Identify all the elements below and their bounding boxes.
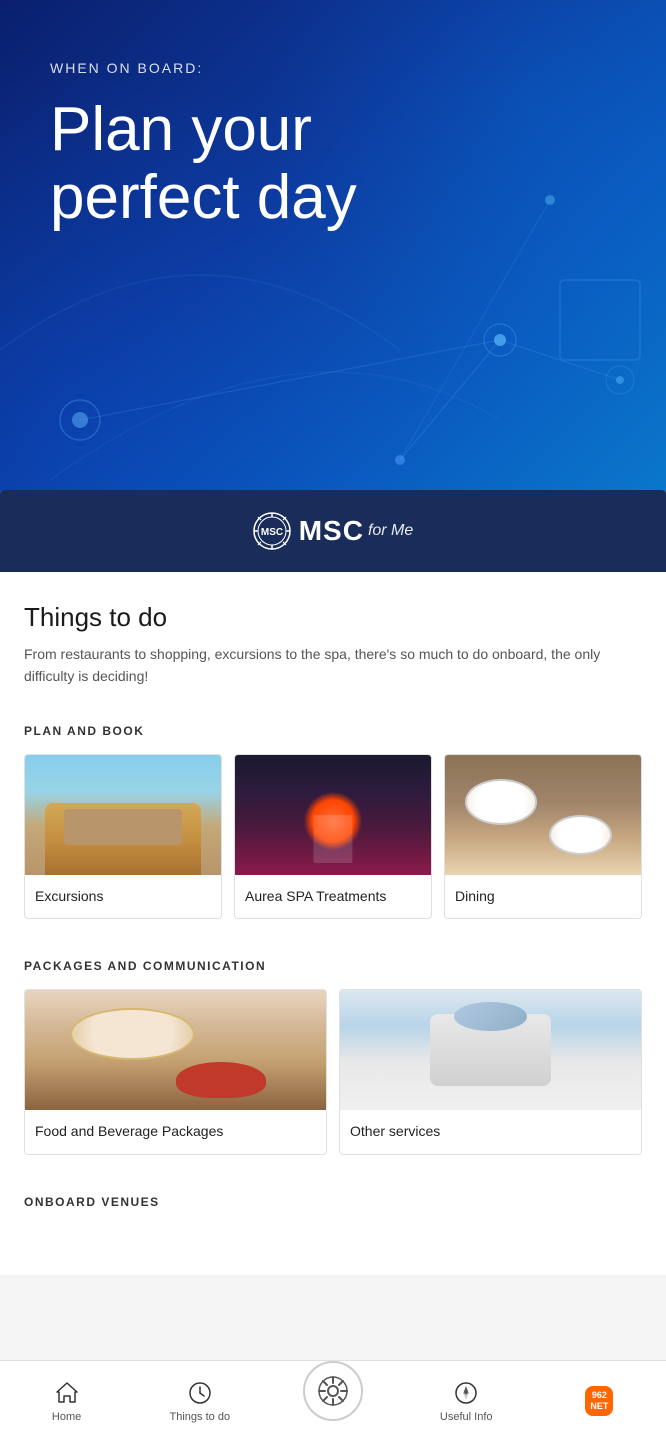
packages-label: PACKAGES AND COMMUNICATION [24,951,642,973]
excursions-label: Excursions [25,875,221,919]
main-card: MSC MSC for Me Things to do From restaur… [0,490,666,1440]
hero-title: Plan your perfect day [50,96,616,232]
packages-grid: Food and Beverage Packages Other service… [24,989,642,1155]
excursions-image [25,755,221,875]
things-to-do-heading: Things to do [24,602,642,633]
useful-info-nav-label: Useful Info [440,1411,493,1423]
watermark-badge: 962NET [585,1387,613,1415]
bottom-nav: Home Things to do [0,1360,666,1440]
compass-icon [452,1379,480,1407]
msc-brand-name: MSC [299,515,364,547]
spa-image [235,755,431,875]
spa-label: Aurea SPA Treatments [235,875,431,919]
hero-label: WHEN ON BOARD: [50,60,616,76]
msc-logo-icon: MSC [253,512,291,550]
dining-card[interactable]: Dining [444,754,642,920]
other-services-image [340,990,641,1110]
nav-watermark-area: 962NET [533,1387,666,1415]
food-bev-image [25,990,326,1110]
spa-card[interactable]: Aurea SPA Treatments [234,754,432,920]
nav-things-to-do[interactable]: Things to do [133,1379,266,1423]
msc-brand-bar: MSC MSC for Me [0,490,666,572]
helm-icon [315,1373,351,1409]
svg-text:MSC: MSC [261,527,283,538]
food-bev-card[interactable]: Food and Beverage Packages [24,989,327,1155]
nav-home[interactable]: Home [0,1379,133,1423]
clock-icon [186,1379,214,1407]
things-nav-label: Things to do [170,1411,231,1423]
dining-image [445,755,641,875]
plan-book-grid: Excursions Aurea SPA Treatments Dining [24,754,642,920]
home-icon [53,1379,81,1407]
nav-helm[interactable] [266,1381,399,1421]
msc-brand-tagline: for Me [368,522,413,540]
helm-button[interactable] [303,1361,363,1421]
nav-useful-info[interactable]: Useful Info [400,1379,533,1423]
msc-logo: MSC MSC for Me [253,512,414,550]
hero-section: WHEN ON BOARD: Plan your perfect day [0,0,666,520]
onboard-label: ONBOARD VENUES [24,1187,642,1209]
plan-book-label: PLAN AND BOOK [24,716,642,738]
excursions-card[interactable]: Excursions [24,754,222,920]
other-services-card[interactable]: Other services [339,989,642,1155]
onboard-section: ONBOARD VENUES [24,1187,642,1245]
home-nav-label: Home [52,1411,81,1423]
other-services-label: Other services [340,1110,641,1154]
things-to-do-desc: From restaurants to shopping, excursions… [24,643,642,688]
dining-label: Dining [445,875,641,919]
food-bev-label: Food and Beverage Packages [25,1110,326,1154]
content-area: Things to do From restaurants to shoppin… [0,572,666,1275]
